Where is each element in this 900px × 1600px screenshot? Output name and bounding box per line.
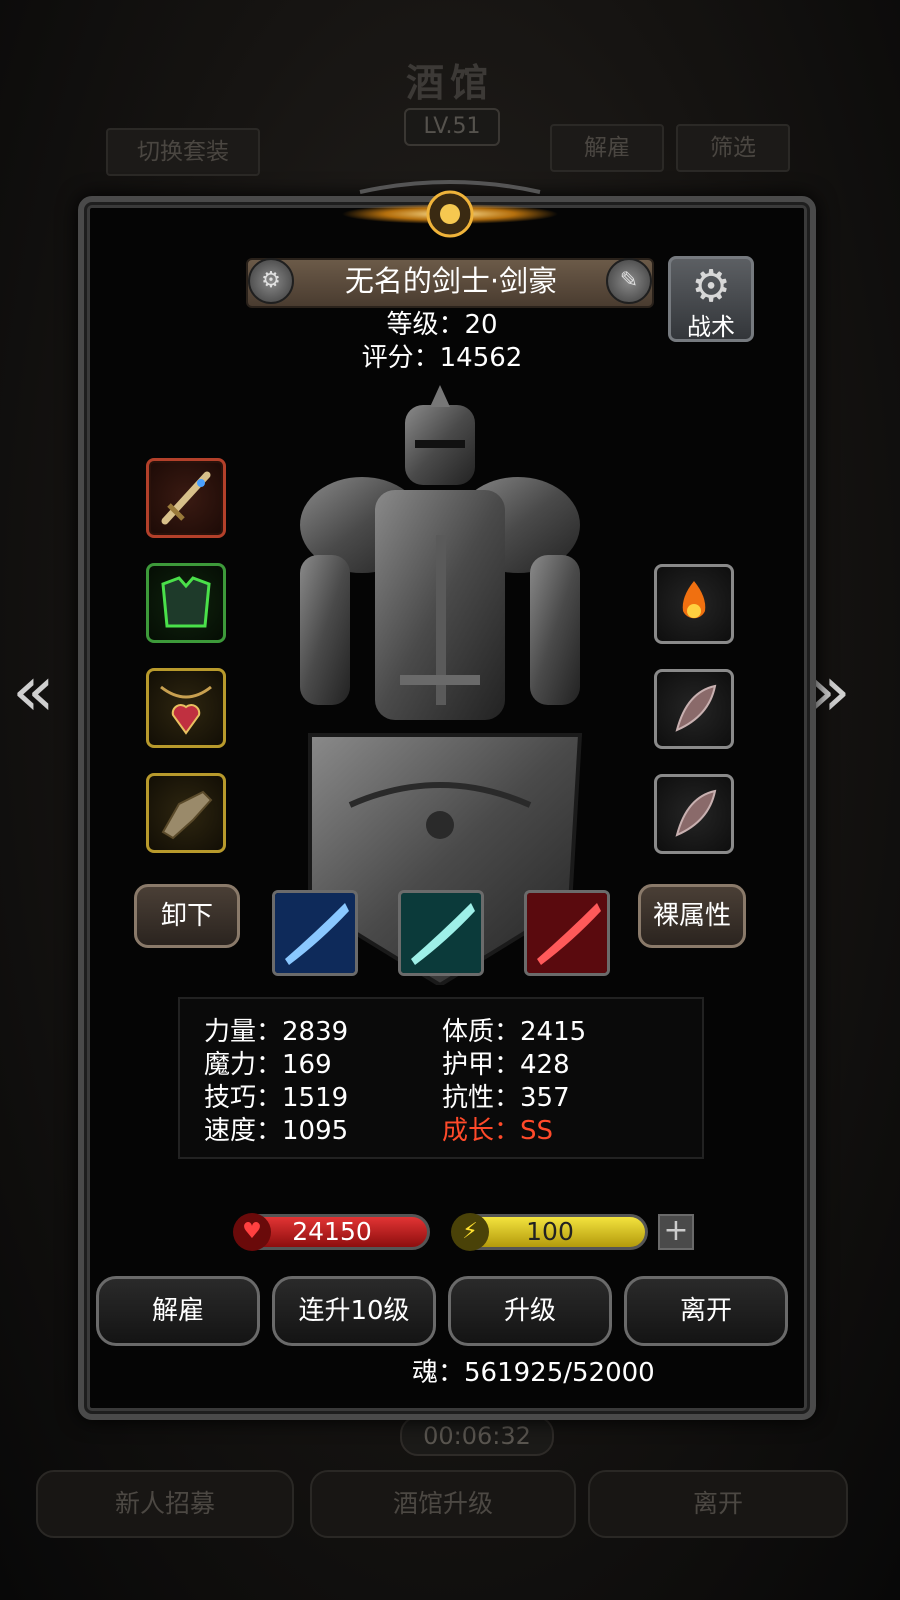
filter-button[interactable]: 筛选 <box>676 124 790 172</box>
blue-slash-icon <box>275 893 355 973</box>
heart-icon: ♥ <box>233 1213 271 1251</box>
equip-slot-rune-1[interactable] <box>654 564 734 644</box>
necklace-icon <box>160 685 212 735</box>
sword-icon <box>161 471 211 525</box>
lightning-icon: ⚡ <box>451 1213 489 1251</box>
naked-attributes-button[interactable]: 裸属性 <box>638 884 746 948</box>
equip-slot-necklace[interactable] <box>146 668 226 748</box>
stat-strength: 力量：2839 <box>204 1017 349 1047</box>
feather-icon <box>675 684 717 732</box>
level-up-10-button[interactable]: 连升10级 <box>272 1276 436 1346</box>
hero-score: 评分：14562 <box>361 343 523 373</box>
leave-button[interactable]: 离开 <box>624 1276 788 1346</box>
equip-slot-gauntlet[interactable] <box>146 773 226 853</box>
soul-counter: 魂：561925/52000 <box>412 1358 655 1388</box>
gauntlet-icon <box>161 790 213 840</box>
stat-armor: 护甲：428 <box>442 1050 570 1080</box>
equip-slot-armor[interactable] <box>146 563 226 643</box>
equip-slot-rune-2[interactable] <box>654 669 734 749</box>
timer-display: 00:06:32 <box>400 1416 554 1456</box>
stat-skill: 技巧：1519 <box>204 1083 349 1113</box>
stat-speed: 速度：1095 <box>204 1116 349 1146</box>
unequip-button[interactable]: 卸下 <box>134 884 240 948</box>
hero-name: 无名的剑士·剑豪 <box>344 264 558 298</box>
feather-icon <box>675 789 717 837</box>
fire-rune-icon <box>682 581 706 619</box>
tavern-level-badge: LV.51 <box>404 108 500 146</box>
bg-dismiss-button[interactable]: 解雇 <box>550 124 664 172</box>
equip-slot-weapon[interactable] <box>146 458 226 538</box>
dismiss-button[interactable]: 解雇 <box>96 1276 260 1346</box>
stat-resistance: 抗性：357 <box>442 1083 570 1113</box>
medal-icon[interactable]: ⚙ <box>248 258 294 304</box>
stat-constitution: 体质：2415 <box>442 1017 587 1047</box>
cyan-slash-icon <box>401 893 481 973</box>
recruit-button[interactable]: 新人招募 <box>36 1470 294 1538</box>
tavern-upgrade-button[interactable]: 酒馆升级 <box>310 1470 576 1538</box>
stat-growth: 成长：SS <box>442 1116 554 1146</box>
armor-icon <box>161 576 211 628</box>
red-slash-icon <box>527 893 607 973</box>
rename-edit-icon[interactable]: ✎ <box>606 258 652 304</box>
skill-slot-1[interactable] <box>272 890 358 976</box>
level-up-button[interactable]: 升级 <box>448 1276 612 1346</box>
equip-slot-rune-3[interactable] <box>654 774 734 854</box>
tavern-title: 酒馆 <box>405 60 494 105</box>
switch-outfit-button[interactable]: 切换套装 <box>106 128 260 176</box>
emblem-icon <box>342 180 558 238</box>
add-energy-button[interactable]: + <box>658 1214 694 1250</box>
stat-magic: 魔力：169 <box>204 1050 332 1080</box>
bg-leave-button[interactable]: 离开 <box>588 1470 848 1538</box>
skill-slot-2[interactable] <box>398 890 484 976</box>
hero-level: 等级：20 <box>386 310 498 340</box>
prev-hero-arrow-icon[interactable]: « <box>12 650 55 732</box>
skill-slot-3[interactable] <box>524 890 610 976</box>
